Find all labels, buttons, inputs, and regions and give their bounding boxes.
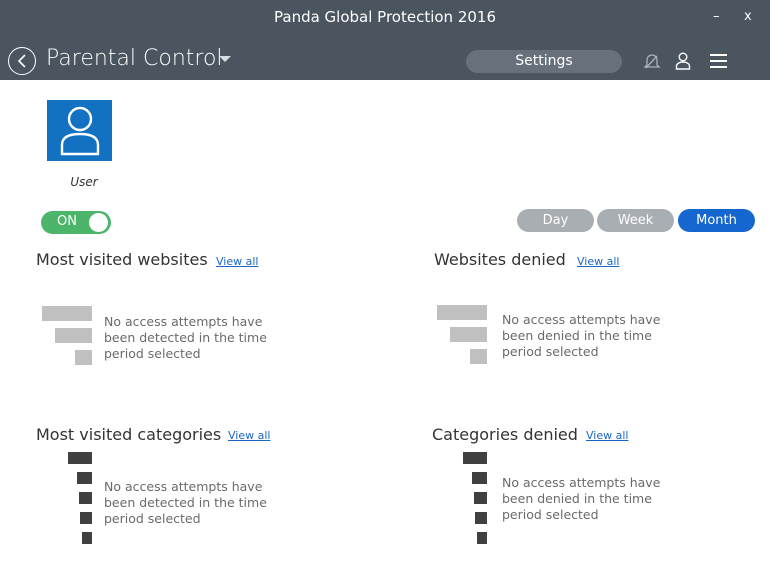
minimize-button[interactable]: – — [713, 9, 720, 25]
close-button[interactable]: x — [744, 9, 752, 25]
title-dropdown-icon[interactable] — [219, 56, 231, 62]
most-visited-websites-empty-message: No access attempts have been detected in… — [104, 314, 267, 361]
most-visited-websites-view-all-link[interactable]: View all — [216, 255, 258, 268]
most-visited-categories-title: Most visited categories — [36, 425, 222, 444]
categories-denied-empty-message: No access attempts have been denied in t… — [502, 475, 661, 522]
user-account-icon[interactable] — [675, 52, 691, 70]
page-title: Parental Control — [46, 46, 223, 71]
categories-denied-title: Categories denied — [432, 425, 578, 444]
period-month-button[interactable]: Month — [678, 209, 755, 232]
window-title: Panda Global Protection 2016 — [274, 8, 496, 26]
period-week-button[interactable]: Week — [597, 209, 674, 232]
websites-denied-title: Websites denied — [434, 250, 566, 269]
settings-button[interactable]: Settings — [466, 50, 622, 73]
most-visited-categories-empty-message: No access attempts have been detected in… — [104, 479, 267, 526]
toggle-state-label: ON — [57, 214, 77, 229]
back-button[interactable] — [8, 47, 36, 75]
most-visited-categories-view-all-link[interactable]: View all — [228, 429, 270, 442]
toggle-knob — [89, 213, 108, 232]
user-name: User — [70, 175, 98, 189]
websites-denied-empty-message: No access attempts have been denied in t… — [502, 312, 661, 359]
parental-control-toggle[interactable]: ON — [41, 211, 111, 234]
window-titlebar: Panda Global Protection 2016 – x — [0, 0, 770, 36]
websites-denied-view-all-link[interactable]: View all — [577, 255, 619, 268]
categories-denied-view-all-link[interactable]: View all — [586, 429, 628, 442]
most-visited-websites-title: Most visited websites — [36, 250, 208, 269]
period-day-button[interactable]: Day — [517, 209, 594, 232]
hamburger-menu-icon[interactable] — [710, 54, 727, 68]
user-avatar[interactable] — [47, 100, 112, 161]
chevron-left-icon — [17, 54, 26, 68]
notifications-icon[interactable] — [643, 52, 661, 70]
app-header: Parental Control Settings — [0, 36, 770, 80]
user-icon — [60, 106, 100, 156]
